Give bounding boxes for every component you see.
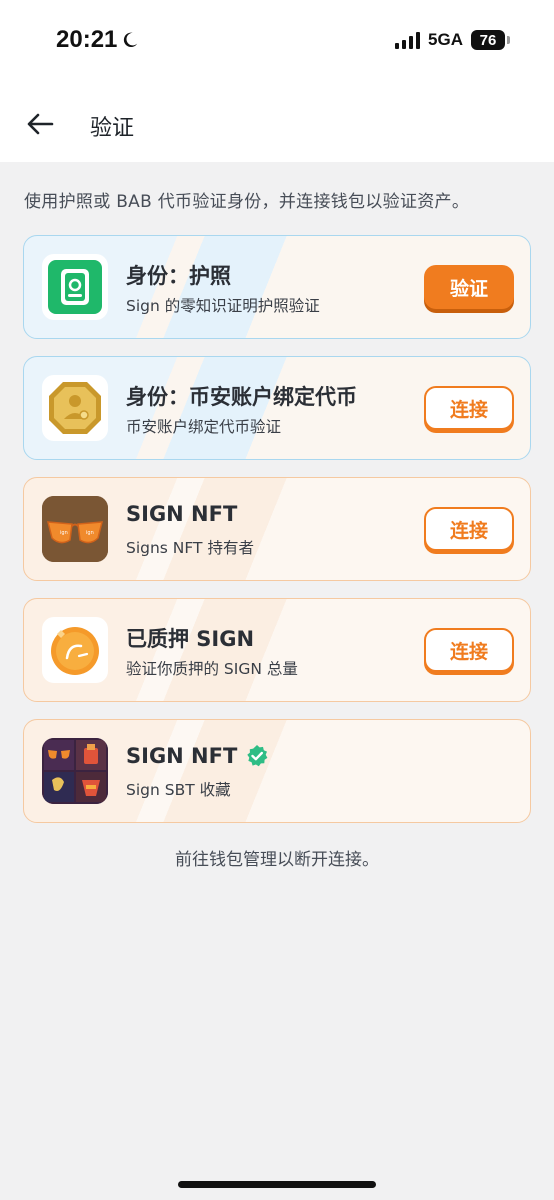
card-title-text: SIGN NFT: [126, 744, 238, 768]
card-title: 已质押 SIGN: [126, 623, 254, 653]
connect-button[interactable]: 连接: [424, 507, 514, 551]
moon-icon: [124, 32, 138, 48]
verify-button[interactable]: 验证: [424, 265, 514, 309]
card-title-text: 身份：护照: [126, 264, 231, 288]
network-label: 5GA: [428, 30, 463, 49]
verify-card-passport: 身份：护照 Sign 的零知识证明护照验证 验证: [23, 235, 531, 339]
battery-level: 76: [471, 30, 505, 50]
card-title-text: SIGN NFT: [126, 502, 238, 526]
sign-nft-glasses-icon: ign ign: [42, 496, 108, 562]
card-title-text: 身份：币安账户绑定代币: [126, 385, 357, 409]
bab-token-icon: [42, 375, 108, 441]
verified-badge-icon: [247, 745, 268, 767]
verify-card-sign-nft: ign ign SIGN NFT Signs NFT 持有者 连接: [23, 477, 531, 581]
page-header: 验证: [0, 86, 554, 162]
card-subtitle: Sign 的零知识证明护照验证: [126, 297, 320, 315]
status-time: 20:21: [56, 26, 139, 54]
passport-icon: [42, 254, 108, 320]
verify-card-sign-sbt: SIGN NFT Sign SBT 收藏: [23, 719, 531, 823]
card-subtitle: Signs NFT 持有者: [126, 539, 254, 557]
card-title-text: 已质押 SIGN: [126, 627, 255, 651]
disconnect-hint: 前往钱包管理以断开连接。: [175, 850, 379, 870]
card-title: SIGN NFT: [126, 744, 269, 768]
verify-card-staked-sign: 已质押 SIGN 验证你质押的 SIGN 总量 连接: [23, 598, 531, 702]
card-title: 身份：护照: [126, 260, 231, 290]
signal-icon: [395, 31, 421, 49]
battery-icon: 76: [471, 30, 510, 50]
status-indicators: 5GA 76: [395, 30, 510, 50]
arrow-left-icon: [27, 113, 54, 135]
connect-button[interactable]: 连接: [424, 386, 514, 430]
card-subtitle: 验证你质押的 SIGN 总量: [126, 660, 298, 678]
connect-button[interactable]: 连接: [424, 628, 514, 672]
card-subtitle: 币安账户绑定代币验证: [126, 418, 282, 436]
svg-text:ign: ign: [86, 530, 94, 536]
card-subtitle: Sign SBT 收藏: [126, 781, 231, 799]
verify-card-bab: 身份：币安账户绑定代币 币安账户绑定代币验证 连接: [23, 356, 531, 460]
status-bar: 20:21 5GA 76: [0, 0, 554, 86]
sign-coin-icon: [42, 617, 108, 683]
card-title: 身份：币安账户绑定代币: [126, 381, 357, 411]
sbt-collection-icon: [42, 738, 108, 804]
clock-label: 20:21: [56, 26, 118, 53]
page-description: 使用护照或 BAB 代币验证身份，并连接钱包以验证资产。: [24, 192, 470, 212]
svg-text:ign: ign: [60, 530, 68, 536]
page-title: 验证: [90, 116, 135, 141]
card-title: SIGN NFT: [126, 502, 237, 526]
home-indicator[interactable]: [178, 1181, 376, 1188]
back-button[interactable]: [22, 106, 58, 142]
